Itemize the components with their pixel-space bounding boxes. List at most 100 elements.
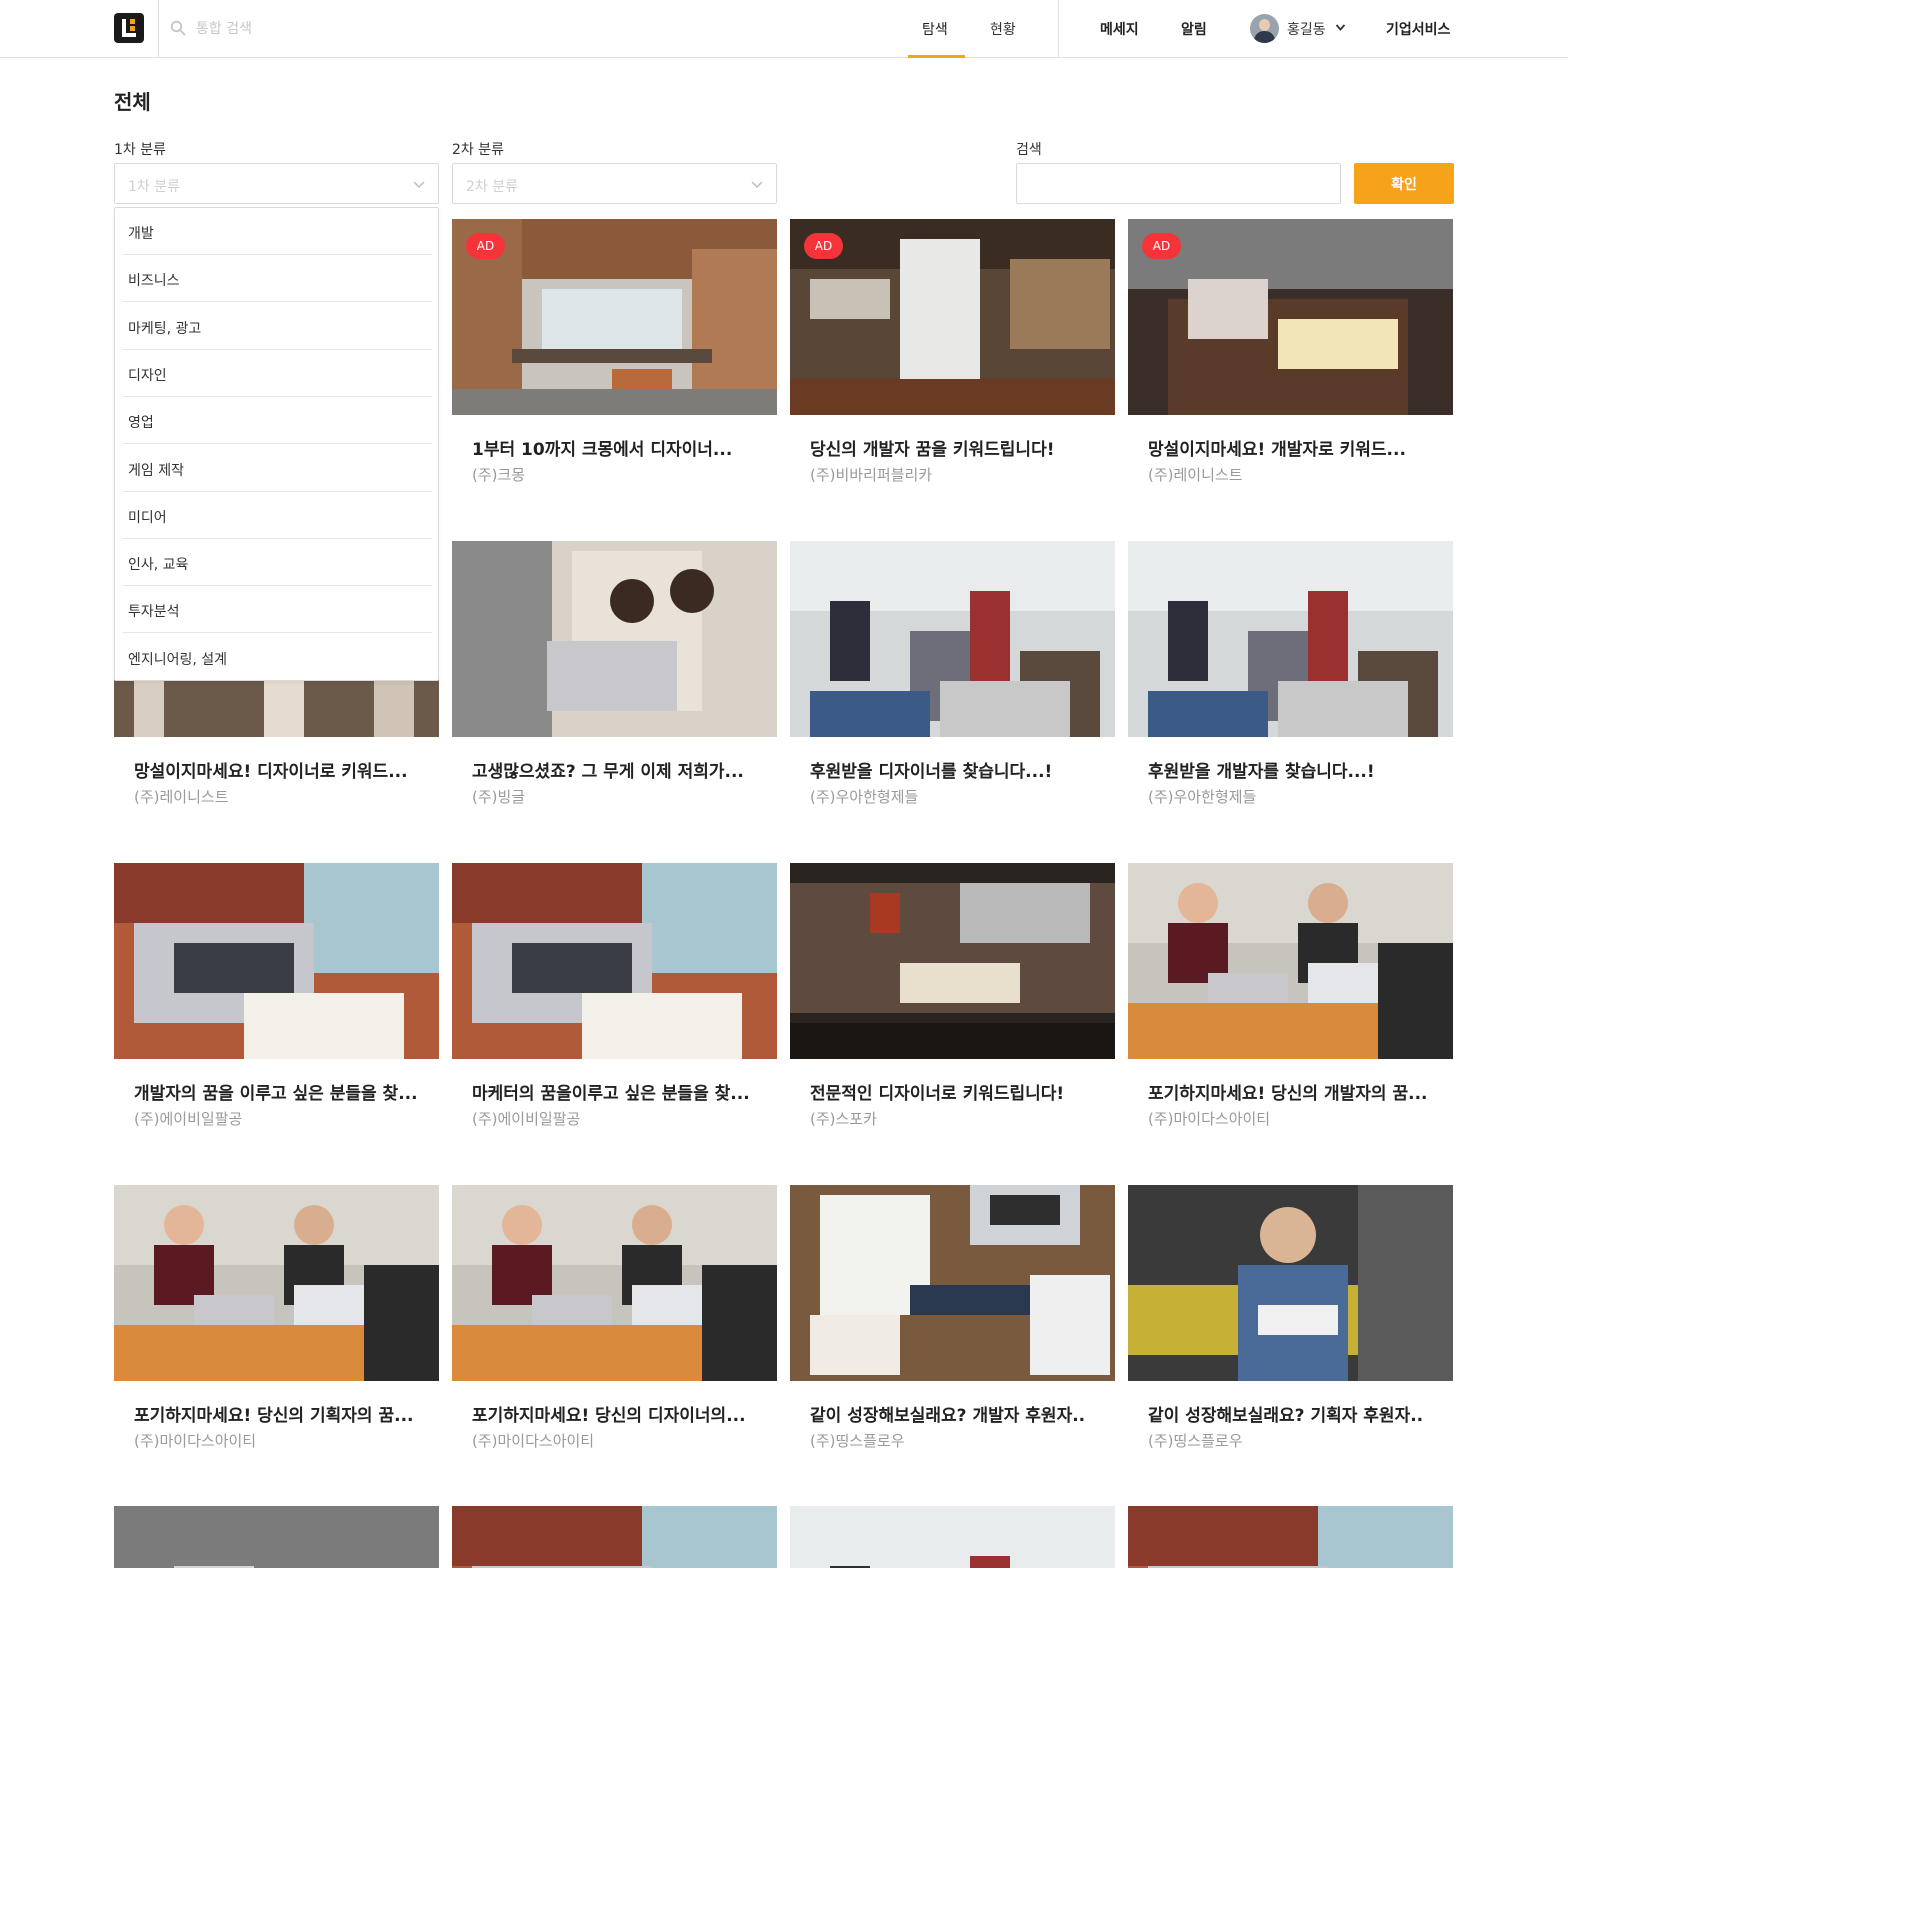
dropdown-option[interactable]: 비즈니스 xyxy=(123,255,432,303)
card-thumbnail[interactable] xyxy=(114,863,439,1059)
post-card[interactable]: 전문적인 디자이너로 키워드립니다! (주)스포카 xyxy=(790,863,1115,1173)
card-thumbnail[interactable] xyxy=(1128,1185,1453,1381)
dropdown-option[interactable]: 미디어 xyxy=(123,492,432,539)
chevron-down-icon xyxy=(751,181,763,188)
ad-badge: AD xyxy=(1142,233,1181,259)
filter-search-input[interactable] xyxy=(1016,163,1341,204)
header-divider xyxy=(158,0,159,58)
card-title[interactable]: 망설이지마세요! 디자이너로 키워드... xyxy=(134,757,424,782)
tab-status[interactable]: 현황 xyxy=(990,19,1016,39)
card-title[interactable]: 후원받을 디자이너를 찾습니다...! xyxy=(810,757,1100,782)
dropdown-option-label: 영업 xyxy=(128,415,154,432)
card-thumbnail[interactable] xyxy=(1128,1506,1453,1568)
card-title[interactable]: 포기하지마세요! 당신의 기획자의 꿈... xyxy=(134,1401,424,1426)
card-thumbnail[interactable] xyxy=(452,541,777,737)
second-category-select[interactable]: 2차 분류 xyxy=(452,163,777,204)
post-card[interactable]: AD 1부터 10까지 크몽에서 디자이너... (주)크몽 xyxy=(452,219,777,529)
ad-badge: AD xyxy=(466,233,505,259)
post-card[interactable]: 포기하지마세요! 당신의 디자이너의... (주)마이다스아이티 xyxy=(452,1185,777,1495)
post-card[interactable]: 포기하지마세요! 당신의 개발자의 꿈... (주)마이다스아이티 xyxy=(1128,863,1453,1173)
card-company: (주)마이다스아이티 xyxy=(472,1432,595,1450)
messages-link[interactable]: 메세지 xyxy=(1100,19,1139,39)
card-thumbnail[interactable] xyxy=(790,541,1115,737)
alerts-link[interactable]: 알림 xyxy=(1181,19,1207,39)
post-card[interactable]: AD 망설이지마세요! 개발자로 키워드... (주)레이니스트 xyxy=(1128,219,1453,529)
first-category-dropdown: 개발 비즈니스 마케팅, 광고디자인영업게임 제작미디어인사, 교육투자분석엔지니어… xyxy=(114,207,439,681)
post-card[interactable]: 마케터의 꿈을이루고 싶은 분들을 찾... (주)에이비일팔공 xyxy=(452,863,777,1173)
confirm-button[interactable]: 확인 xyxy=(1354,163,1454,204)
card-title[interactable]: 1부터 10까지 크몽에서 디자이너... xyxy=(472,435,762,460)
card-company: (주)크몽 xyxy=(472,466,526,484)
card-thumbnail[interactable] xyxy=(114,1506,439,1568)
post-card[interactable]: 같이 성장해보실래요? 기획자 후원자.. (주)띵스플로우 xyxy=(1128,1185,1453,1495)
dropdown-option-label: 인사, 교육 xyxy=(128,557,189,574)
post-card[interactable] xyxy=(114,1506,439,1568)
post-card[interactable]: 후원받을 개발자를 찾습니다...! (주)우아한형제들 xyxy=(1128,541,1453,851)
second-category-placeholder: 2차 분류 xyxy=(466,179,518,195)
card-thumbnail[interactable] xyxy=(1128,541,1453,737)
card-title[interactable]: 포기하지마세요! 당신의 디자이너의... xyxy=(472,1401,762,1426)
card-title[interactable]: 포기하지마세요! 당신의 개발자의 꿈... xyxy=(1148,1079,1438,1104)
card-thumbnail[interactable] xyxy=(452,1506,777,1568)
card-company: (주)에이비일팔공 xyxy=(134,1110,243,1128)
card-title[interactable]: 같이 성장해보실래요? 개발자 후원자.. xyxy=(810,1401,1100,1426)
dropdown-option[interactable]: 인사, 교육 xyxy=(123,539,432,587)
post-card[interactable]: 개발자의 꿈을 이루고 싶은 분들을 찾... (주)에이비일팔공 xyxy=(114,863,439,1173)
dropdown-option[interactable]: 마케팅, 광고 xyxy=(123,303,432,350)
post-card[interactable] xyxy=(790,1506,1115,1568)
post-card[interactable] xyxy=(1128,1506,1453,1568)
first-category-label: 1차 분류 xyxy=(114,142,166,158)
card-company: (주)빙글 xyxy=(472,788,526,806)
card-thumbnail[interactable] xyxy=(452,1185,777,1381)
card-thumbnail[interactable] xyxy=(452,863,777,1059)
card-title[interactable]: 같이 성장해보실래요? 기획자 후원자.. xyxy=(1148,1401,1438,1426)
card-title[interactable]: 고생많으셨죠? 그 무게 이제 저희가... xyxy=(472,757,762,782)
post-card[interactable]: 같이 성장해보실래요? 개발자 후원자.. (주)띵스플로우 xyxy=(790,1185,1115,1495)
card-thumbnail[interactable] xyxy=(790,1185,1115,1381)
dropdown-option-label: 디자인 xyxy=(128,367,167,384)
post-card[interactable]: AD 당신의 개발자 꿈을 키워드립니다! (주)비바리퍼블리카 xyxy=(790,219,1115,529)
card-company: (주)우아한형제들 xyxy=(1148,788,1257,806)
dropdown-option[interactable]: 영업 xyxy=(123,397,432,445)
post-card[interactable]: 후원받을 디자이너를 찾습니다...! (주)우아한형제들 xyxy=(790,541,1115,851)
card-title[interactable]: 당신의 개발자 꿈을 키워드립니다! xyxy=(810,435,1100,460)
top-header: 탐색 현황 메세지 알림 홍길동 기업서비스 xyxy=(0,0,1568,58)
card-title[interactable]: 망설이지마세요! 개발자로 키워드... xyxy=(1148,435,1438,460)
chevron-down-icon xyxy=(413,181,425,188)
card-title[interactable]: 후원받을 개발자를 찾습니다...! xyxy=(1148,757,1438,782)
card-thumbnail[interactable] xyxy=(114,1185,439,1381)
card-thumbnail[interactable] xyxy=(1128,863,1453,1059)
dropdown-option-label: 투자분석 xyxy=(128,604,180,621)
card-thumbnail[interactable] xyxy=(790,1506,1115,1568)
tab-explore[interactable]: 탐색 xyxy=(922,19,948,39)
business-service-link[interactable]: 기업서비스 xyxy=(1386,19,1450,39)
post-card[interactable] xyxy=(452,1506,777,1568)
search-icon xyxy=(170,20,186,36)
app-logo[interactable] xyxy=(114,13,144,43)
dropdown-option[interactable]: 디자인 xyxy=(123,350,432,397)
dropdown-option[interactable]: 투자분석 xyxy=(123,586,432,634)
card-company: (주)띵스플로우 xyxy=(1148,1432,1243,1450)
post-card[interactable]: 포기하지마세요! 당신의 기획자의 꿈... (주)마이다스아이티 xyxy=(114,1185,439,1495)
dropdown-option-label: 엔지니어링, 설계 xyxy=(128,651,228,668)
card-title[interactable]: 전문적인 디자이너로 키워드립니다! xyxy=(810,1079,1100,1104)
dropdown-option[interactable]: 게임 제작 xyxy=(123,445,432,492)
global-search-input[interactable] xyxy=(196,16,576,42)
card-title[interactable]: 마케터의 꿈을이루고 싶은 분들을 찾... xyxy=(472,1079,762,1104)
chevron-down-icon[interactable] xyxy=(1335,23,1346,32)
dropdown-option-label: 미디어 xyxy=(128,509,167,526)
user-name[interactable]: 홍길동 xyxy=(1287,19,1326,39)
card-company: (주)레이니스트 xyxy=(134,788,229,806)
card-company: (주)스포카 xyxy=(810,1110,877,1128)
search-label: 검색 xyxy=(1016,142,1042,158)
dropdown-option[interactable]: 엔지니어링, 설계 xyxy=(123,634,432,681)
active-tab-indicator xyxy=(908,55,965,58)
ad-badge: AD xyxy=(804,233,843,259)
header-divider xyxy=(1058,0,1059,58)
first-category-select[interactable]: 1차 분류 xyxy=(114,163,439,204)
dropdown-option[interactable]: 개발 xyxy=(123,208,432,255)
post-card[interactable]: 고생많으셨죠? 그 무게 이제 저희가... (주)빙글 xyxy=(452,541,777,851)
card-thumbnail[interactable] xyxy=(790,863,1115,1059)
avatar[interactable] xyxy=(1250,14,1279,43)
card-title[interactable]: 개발자의 꿈을 이루고 싶은 분들을 찾... xyxy=(134,1079,424,1104)
